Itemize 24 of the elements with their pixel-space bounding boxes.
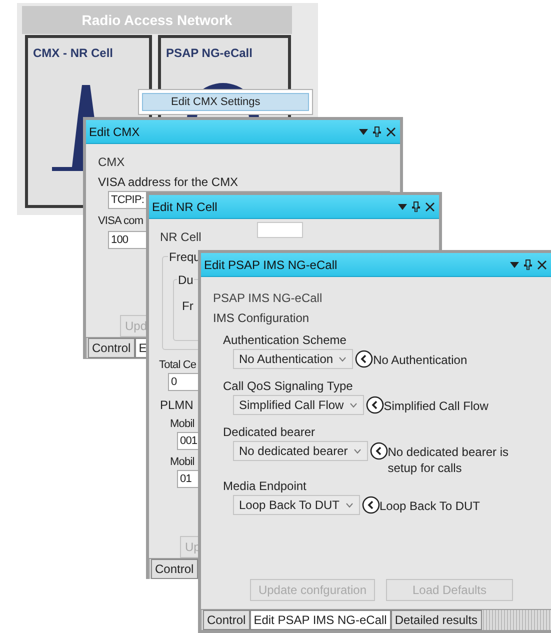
field-label: VISA com <box>98 214 144 229</box>
field-label: Mobil <box>170 455 194 470</box>
window-title: Edit NR Cell <box>151 198 218 216</box>
field-label: Authentication Scheme <box>223 332 348 349</box>
section-label: CMX <box>98 154 126 171</box>
field-label: VISA address for the CMX <box>98 174 238 191</box>
window-title: Edit PSAP IMS NG-eCall <box>203 256 338 274</box>
card-title: PSAP NG-eCall <box>166 45 252 62</box>
description-text: Loop Back To DUT <box>380 498 480 514</box>
section-label: PSAP IMS NG-eCall <box>213 290 324 307</box>
description-text: No Authentication <box>373 352 468 368</box>
section-label: IMS Configuration <box>213 310 310 327</box>
description-text: No dedicated bearer is setup for calls <box>388 444 510 476</box>
field-label: Media Endpoint <box>223 478 308 495</box>
field-label: Dedicated bearer <box>223 424 316 441</box>
window-title: Edit CMX <box>88 124 140 140</box>
description-text: Simplified Call Flow <box>384 398 488 414</box>
card-title: CMX - NR Cell <box>33 45 114 62</box>
field-label: Call QoS Signaling Type <box>223 378 354 395</box>
section-label: NR Cell <box>160 229 202 246</box>
field-label: Total Ce <box>159 358 196 373</box>
field-label: Fr <box>182 298 194 315</box>
field-label: Mobil <box>170 417 194 432</box>
section-label: PLMN <box>160 397 194 412</box>
